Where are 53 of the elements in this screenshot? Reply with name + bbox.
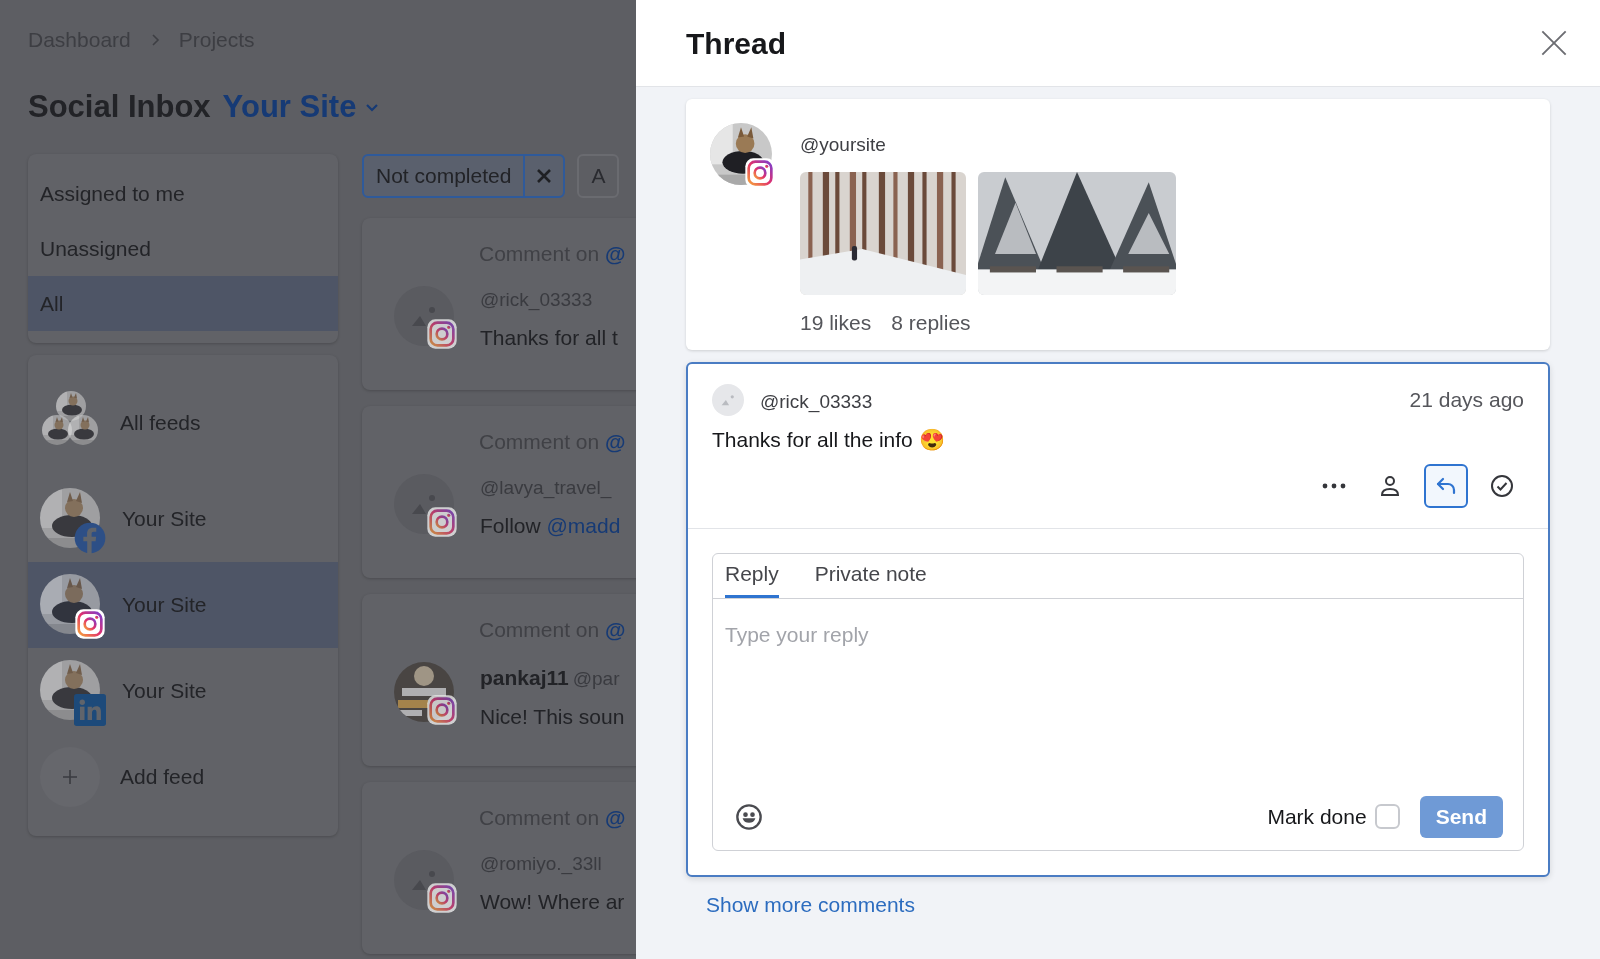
- filter-label: Not completed: [375, 163, 513, 190]
- assignment-filter[interactable]: Assigned to me: [28, 166, 338, 221]
- post-handle: @yoursite: [800, 133, 887, 157]
- reply-input[interactable]: Type your reply: [713, 598, 1523, 789]
- reply-action-button[interactable]: [1424, 463, 1468, 508]
- linkedin-icon: [74, 694, 106, 726]
- feed-item[interactable]: Your Site: [28, 476, 338, 562]
- comment-text: Follow @madd: [480, 513, 621, 539]
- close-icon: [1540, 29, 1568, 57]
- smiley-icon: [735, 802, 763, 831]
- close-icon: [536, 168, 553, 184]
- mark-done-checkbox[interactable]: [1374, 804, 1400, 829]
- feed-item[interactable]: Your Site: [28, 648, 338, 734]
- feed-item[interactable]: All feeds: [28, 371, 338, 476]
- instagram-icon: [74, 608, 106, 640]
- instagram-icon: [426, 317, 458, 350]
- feed-item[interactable]: Your Site: [28, 562, 338, 648]
- assignment-filter[interactable]: All: [28, 276, 338, 331]
- show-more-link[interactable]: Show more comments: [706, 888, 1550, 920]
- assignment-filter[interactable]: Unassigned: [28, 221, 338, 276]
- plus-icon: [62, 769, 78, 785]
- feed-label: Add feed: [120, 764, 205, 791]
- instagram-icon: [426, 693, 458, 726]
- add-feed-item[interactable]: Add feed: [28, 734, 338, 820]
- page-title: Social Inbox: [28, 87, 211, 126]
- comment-text: Wow! Where ar: [480, 889, 625, 915]
- author-name: pankaj11: [480, 664, 569, 691]
- mark-done-label: Mark done: [1267, 803, 1367, 830]
- mention-link[interactable]: @madd: [546, 514, 621, 537]
- replies-count: 8 replies: [891, 309, 971, 336]
- feed-label: Your Site: [122, 678, 207, 705]
- feed-label: Your Site: [122, 592, 207, 619]
- instagram-icon: [426, 505, 458, 538]
- comment-author: @rick_03333: [760, 389, 873, 415]
- site-selector[interactable]: Your Site: [222, 83, 381, 130]
- composer-tab[interactable]: Reply: [725, 553, 779, 598]
- comment-text: Nice! This soun: [480, 704, 625, 730]
- instagram-icon: [744, 157, 776, 189]
- drawer-title: Thread: [686, 25, 787, 62]
- person-icon: [1378, 473, 1402, 498]
- facebook-icon: [74, 522, 106, 554]
- filter-chip[interactable]: Not completed: [362, 154, 566, 198]
- check-circle-icon: [1490, 473, 1514, 498]
- avatar-placeholder-icon: [712, 384, 744, 416]
- comment-text: Thanks for all the info 😍: [712, 427, 946, 453]
- comment-text: Thanks for all t: [480, 325, 618, 351]
- more-icon: [1322, 481, 1346, 490]
- composer-tab[interactable]: Private note: [814, 553, 927, 598]
- comment-time: 21 days ago: [1409, 387, 1524, 413]
- instagram-icon: [426, 881, 458, 914]
- feed-label: All feeds: [120, 410, 201, 436]
- feed-label: Your Site: [122, 506, 207, 533]
- likes-count: 19 likes: [800, 309, 872, 336]
